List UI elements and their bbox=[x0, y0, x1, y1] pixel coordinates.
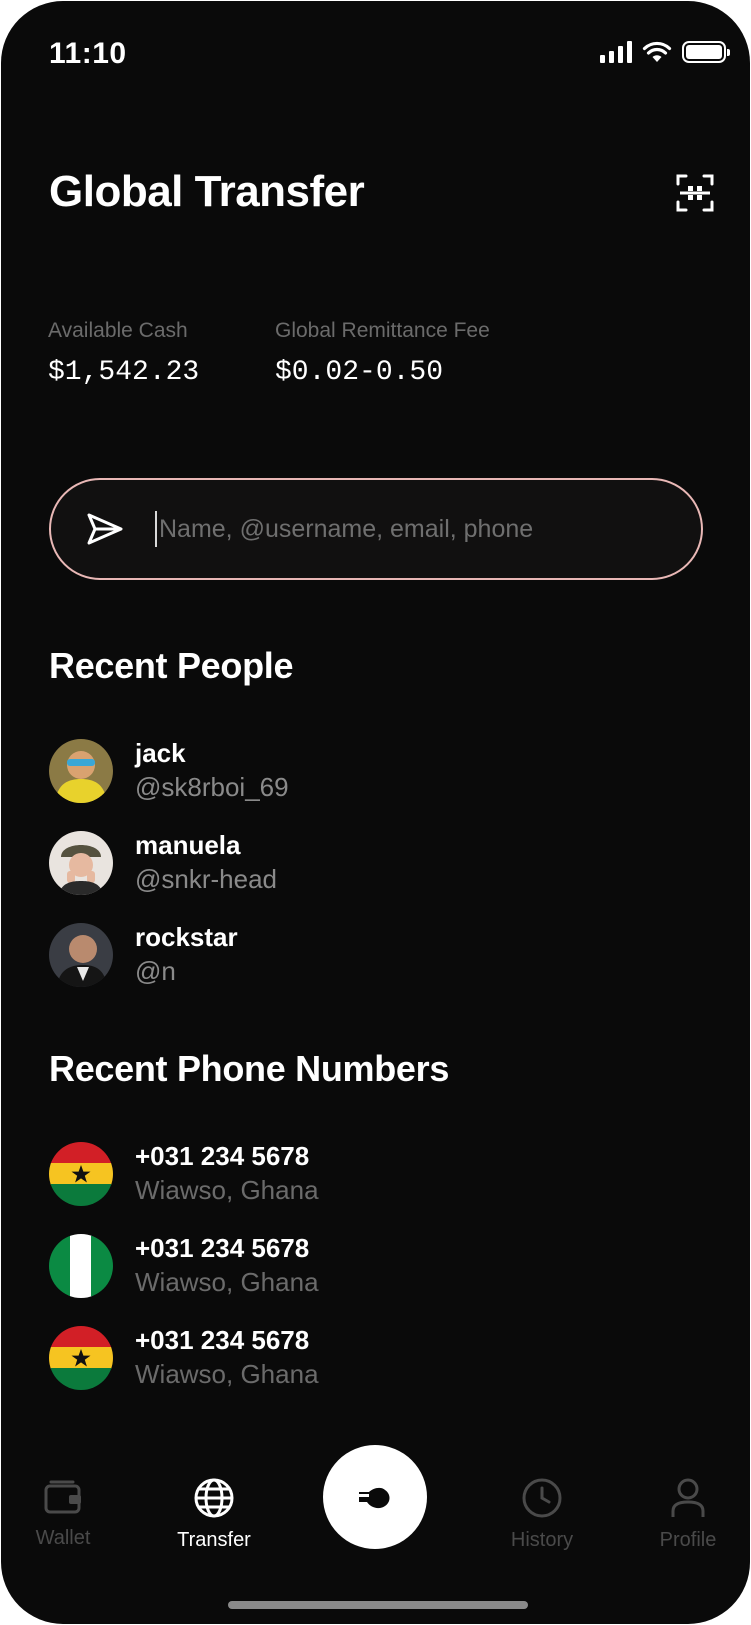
home-indicator bbox=[228, 1601, 528, 1609]
tab-profile[interactable]: Profile bbox=[628, 1477, 748, 1552]
tab-history[interactable]: History bbox=[482, 1477, 602, 1552]
phone-row[interactable]: +031 234 5678 Wiawso, Ghana bbox=[49, 1232, 319, 1300]
tab-profile-label: Profile bbox=[659, 1529, 717, 1551]
tab-wallet[interactable]: Wallet bbox=[3, 1477, 123, 1550]
wallet-icon bbox=[44, 1480, 81, 1514]
available-cash: Available Cash $1,542.23 bbox=[48, 319, 199, 388]
tab-wallet-label: Wallet bbox=[35, 1527, 91, 1549]
center-action-button[interactable] bbox=[323, 1445, 427, 1549]
phone-location: Wiawso, Ghana bbox=[135, 1175, 319, 1205]
phone-location: Wiawso, Ghana bbox=[135, 1359, 319, 1389]
tab-transfer-label: Transfer bbox=[177, 1529, 251, 1551]
remittance-fee-value: $0.02-0.50 bbox=[275, 357, 444, 388]
remittance-fee-label: Global Remittance Fee bbox=[275, 319, 490, 342]
phone-screen: 11:10 Global Transfer Available Cash $1,… bbox=[1, 1, 750, 1624]
nigeria-flag-icon bbox=[49, 1234, 113, 1298]
ghana-flag-icon bbox=[49, 1142, 113, 1206]
avatar bbox=[49, 739, 113, 803]
phone-number: +031 234 5678 bbox=[135, 1141, 310, 1171]
cash-app-logo-icon bbox=[357, 1487, 390, 1509]
person-handle: @snkr-head bbox=[135, 864, 278, 894]
recent-people-title: Recent People bbox=[49, 645, 294, 686]
person-row[interactable]: rockstar @n bbox=[49, 921, 238, 989]
person-row[interactable]: jack @sk8rboi_69 bbox=[49, 737, 289, 805]
avatar bbox=[49, 923, 113, 987]
status-time: 11:10 bbox=[49, 37, 127, 70]
phone-location: Wiawso, Ghana bbox=[135, 1267, 319, 1297]
recipient-search-input[interactable] bbox=[155, 511, 701, 547]
person-name: jack bbox=[135, 738, 186, 768]
recent-phone-numbers-title: Recent Phone Numbers bbox=[49, 1048, 450, 1089]
available-cash-label: Available Cash bbox=[48, 319, 188, 342]
person-icon bbox=[671, 1478, 705, 1517]
wifi-icon bbox=[642, 41, 672, 62]
status-bar: 11:10 bbox=[1, 1, 750, 101]
person-name: rockstar bbox=[135, 922, 238, 952]
person-handle: @n bbox=[135, 956, 176, 986]
phone-row[interactable]: +031 234 5678 Wiawso, Ghana bbox=[49, 1140, 319, 1208]
tab-history-label: History bbox=[510, 1529, 574, 1551]
battery-icon bbox=[682, 41, 730, 63]
phone-number: +031 234 5678 bbox=[135, 1325, 310, 1355]
phone-number: +031 234 5678 bbox=[135, 1233, 310, 1263]
qr-scan-icon[interactable] bbox=[675, 173, 715, 213]
person-row[interactable]: manuela @snkr-head bbox=[49, 829, 277, 897]
phone-row[interactable]: +031 234 5678 Wiawso, Ghana bbox=[49, 1324, 319, 1392]
recipient-search[interactable] bbox=[49, 478, 703, 580]
person-handle: @sk8rboi_69 bbox=[135, 772, 289, 802]
person-name: manuela bbox=[135, 830, 241, 860]
clock-icon bbox=[522, 1478, 562, 1518]
ghana-flag-icon bbox=[49, 1326, 113, 1390]
available-cash-value: $1,542.23 bbox=[48, 357, 200, 388]
tab-transfer[interactable]: Transfer bbox=[154, 1477, 274, 1552]
avatar bbox=[49, 831, 113, 895]
status-icons bbox=[600, 41, 730, 63]
remittance-fee: Global Remittance Fee $0.02-0.50 bbox=[275, 319, 490, 388]
page-title: Global Transfer bbox=[49, 167, 365, 216]
cellular-signal-icon bbox=[600, 41, 632, 63]
send-icon bbox=[87, 513, 123, 545]
globe-icon bbox=[194, 1478, 234, 1518]
